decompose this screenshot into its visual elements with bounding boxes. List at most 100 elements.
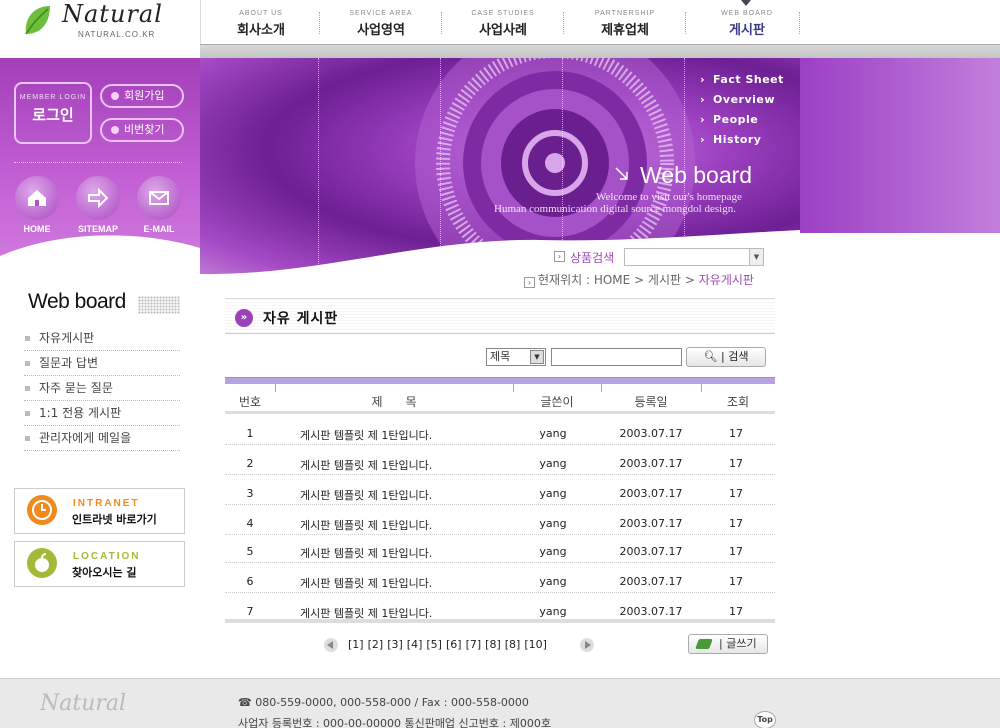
page-link[interactable]: [10] [524, 638, 547, 651]
cell-title[interactable]: 게시판 템플릿 제 1탄입니다. [300, 457, 513, 473]
header-bar [200, 44, 1000, 58]
write-button[interactable]: | 글쓰기 [688, 634, 768, 654]
arrow-icon: › [524, 277, 535, 288]
banner-en-label: LOCATION [73, 551, 141, 562]
page-link[interactable]: [8] [485, 638, 501, 651]
footer-contact: ☎ 080-559-0000, 000-558-000 / Fax : 000-… [238, 696, 529, 709]
cell-title[interactable]: 게시판 템플릿 제 1탄입니다. [300, 427, 513, 443]
sidebar-item-one-to-one[interactable]: 1:1 전용 게시판 [24, 401, 180, 426]
cell-no: 3 [246, 487, 254, 500]
cell-title[interactable]: 게시판 템플릿 제 1탄입니다. [300, 545, 513, 561]
pencil-icon [695, 639, 713, 649]
site-logo[interactable]: Natural NATURAL.CO.KR [0, 0, 200, 58]
page-link[interactable]: [1] [348, 638, 364, 651]
nav-partnership[interactable]: PARTNERSHIP 제휴업체 [565, 0, 685, 46]
cell-title[interactable]: 게시판 템플릿 제 1탄입니다. [300, 487, 513, 503]
hero-link-fact-sheet[interactable]: Fact Sheet [700, 73, 784, 86]
table-header: 번호 제 목 글쓴이 등록일 조회 [225, 384, 775, 414]
nav-ko-label: 게시판 [729, 23, 765, 38]
table-bottom-bar [225, 619, 775, 623]
cell-date: 2003.07.17 [619, 427, 683, 440]
cell-date: 2003.07.17 [619, 605, 683, 618]
nav-ko-label: 사업사례 [479, 23, 527, 38]
sidebar-item-free-board[interactable]: 자유게시판 [24, 326, 180, 351]
hero-link-people[interactable]: People [700, 113, 758, 126]
cell-title[interactable]: 게시판 템플릿 제 1탄입니다. [300, 575, 513, 591]
sidebar-item-faq[interactable]: 자주 묻는 질문 [24, 376, 180, 401]
sidebar-item-label: 자유게시판 [39, 331, 95, 345]
sidebar-item-label: 자주 묻는 질문 [39, 381, 113, 395]
logo-wordmark: Natural [62, 0, 163, 28]
location-banner[interactable]: LOCATION 찾아오시는 길 [14, 541, 185, 587]
page-link[interactable]: [7] [466, 638, 482, 651]
column-header-date: 등록일 [634, 395, 668, 409]
nav-service-area[interactable]: SERVICE AREA 사업영역 [321, 0, 441, 46]
column-header-no: 번호 [238, 395, 262, 409]
breadcrumb-path: 현재위치 : HOME > 게시판 > [538, 273, 699, 287]
nav-divider [685, 12, 686, 34]
nav-en-label: ABOUT US [239, 10, 283, 17]
hero-link-overview[interactable]: Overview [700, 93, 775, 106]
page-link[interactable]: [5] [426, 638, 442, 651]
product-search: › 상품검색 ▼ [554, 248, 774, 268]
search-button[interactable]: 🔍︎ | 검색 [686, 347, 766, 367]
login-ko-label: 로그인 [32, 106, 74, 124]
back-to-top-button[interactable]: Top [754, 711, 776, 728]
page-link[interactable]: [3] [387, 638, 403, 651]
cell-views: 17 [729, 517, 743, 530]
divider [14, 162, 182, 163]
email-label: E-MAIL [143, 224, 175, 234]
banner-ko-label: 인트라넷 바로가기 [72, 513, 157, 526]
cell-date: 2003.07.17 [619, 487, 683, 500]
home-button[interactable] [15, 176, 59, 220]
nav-en-label: WEB BOARD [721, 10, 773, 17]
intranet-banner[interactable]: INTRANET 인트라넷 바로가기 [14, 488, 185, 534]
nav-web-board[interactable]: WEB BOARD 게시판 [687, 0, 807, 46]
nav-about-us[interactable]: ABOUT US 회사소개 [201, 0, 321, 46]
nav-ko-label: 제휴업체 [601, 23, 649, 38]
table-row[interactable]: 4 게시판 템플릿 제 1탄입니다. yang 2003.07.17 17 [225, 507, 775, 535]
product-search-select[interactable]: ▼ [624, 248, 764, 266]
page-link[interactable]: [2] [368, 638, 384, 651]
header-divider [701, 384, 702, 392]
cell-date: 2003.07.17 [619, 517, 683, 530]
hero-subtitle: Human communication digital source mongd… [494, 203, 736, 215]
sidebar-item-mail-admin[interactable]: 관리자에게 메일을 [24, 426, 180, 451]
cell-author: yang [539, 517, 567, 530]
sidebar-item-qna[interactable]: 질문과 답변 [24, 351, 180, 376]
cell-views: 17 [729, 545, 743, 558]
join-button[interactable]: 회원가입 [100, 84, 184, 108]
table-row[interactable]: 5 게시판 템플릿 제 1탄입니다. yang 2003.07.17 17 [225, 535, 775, 563]
board-table: 번호 제 목 글쓴이 등록일 조회 1 게시판 템플릿 제 1탄입니다. yang 2… [225, 377, 775, 623]
home-label: HOME [23, 224, 51, 234]
prev-page-button[interactable] [324, 638, 338, 652]
table-row[interactable]: 6 게시판 템플릿 제 1탄입니다. yang 2003.07.17 17 [225, 565, 775, 593]
top-navigation: ABOUT US 회사소개 SERVICE AREA 사업영역 CASE STU… [200, 0, 1000, 46]
page-link[interactable]: [8] [505, 638, 521, 651]
nav-ko-label: 사업영역 [357, 23, 405, 38]
hero-link-history[interactable]: History [700, 133, 761, 146]
sitemap-button[interactable] [76, 176, 120, 220]
table-row[interactable]: 2 게시판 템플릿 제 1탄입니다. yang 2003.07.17 17 [225, 447, 775, 475]
email-button[interactable] [137, 176, 181, 220]
chevron-down-icon: ▼ [530, 350, 544, 364]
table-row[interactable]: 1 게시판 템플릿 제 1탄입니다. yang 2003.07.17 17 [225, 417, 775, 445]
find-password-label: 비번찾기 [124, 123, 165, 136]
table-row[interactable]: 3 게시판 템플릿 제 1탄입니다. yang 2003.07.17 17 [225, 477, 775, 505]
next-page-button[interactable] [580, 638, 594, 652]
cell-title[interactable]: 게시판 템플릿 제 1탄입니다. [300, 517, 513, 533]
sidebar-title: Web board [28, 290, 126, 313]
page-link[interactable]: [6] [446, 638, 462, 651]
search-field-select[interactable]: 제목 ▼ [486, 348, 546, 366]
product-search-label: 상품검색 [570, 251, 615, 265]
footer-logo: Natural [40, 691, 127, 716]
page-link[interactable]: [4] [407, 638, 423, 651]
member-login-button[interactable]: MEMBER LOGIN 로그인 [14, 82, 92, 144]
cell-date: 2003.07.17 [619, 457, 683, 470]
bullet-icon [25, 336, 30, 341]
nav-en-label: CASE STUDIES [471, 10, 535, 17]
nav-case-studies[interactable]: CASE STUDIES 사업사례 [443, 0, 563, 46]
search-input[interactable] [551, 348, 682, 366]
cell-views: 17 [729, 487, 743, 500]
find-password-button[interactable]: 비번찾기 [100, 118, 184, 142]
